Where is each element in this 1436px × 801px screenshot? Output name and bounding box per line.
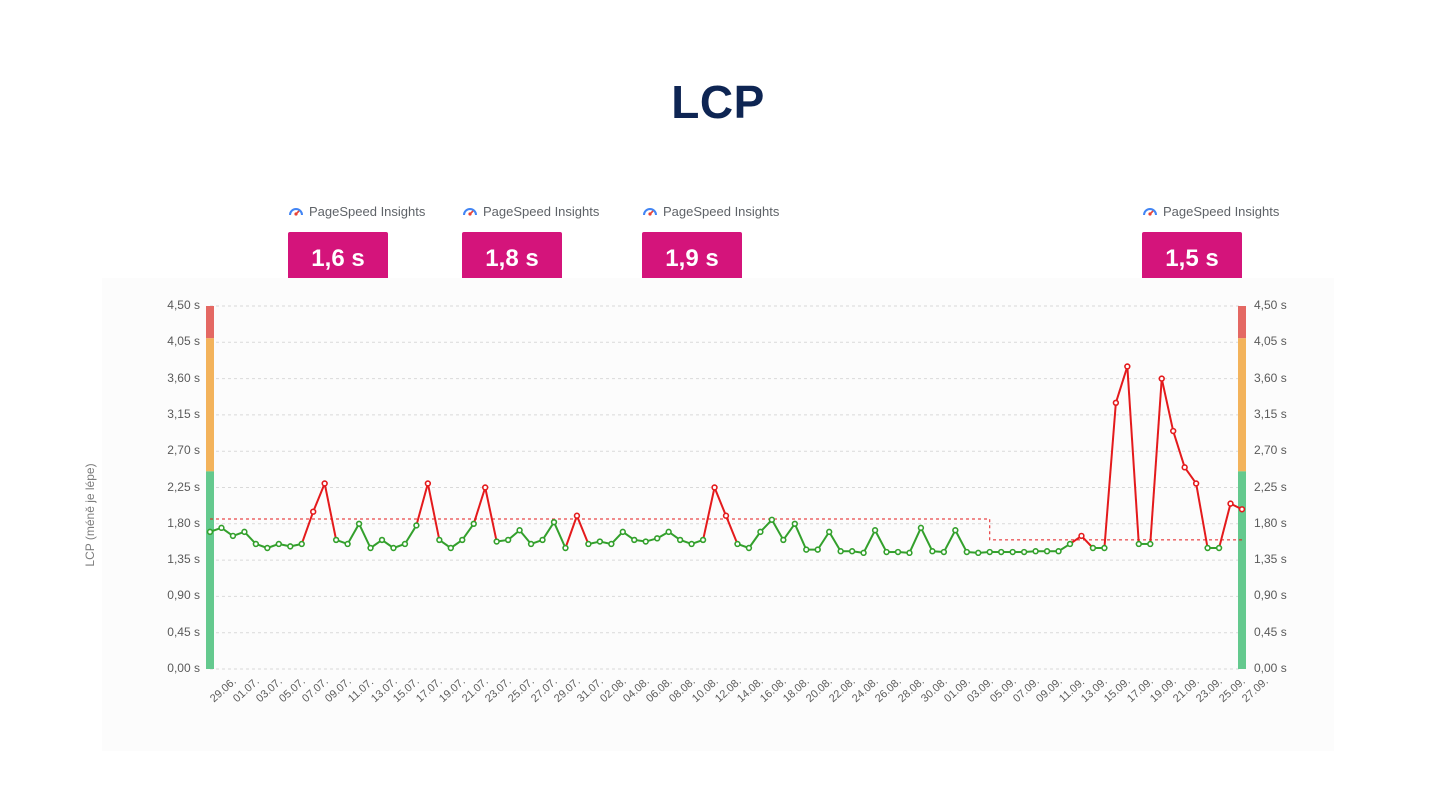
psi-label-4: PageSpeed Insights: [1142, 203, 1279, 219]
y-tick-right: 1,80 s: [1254, 516, 1287, 530]
y-tick: 4,50 s: [154, 298, 200, 312]
y-tick: 4,05 s: [154, 334, 200, 348]
y-tick-right: 2,70 s: [1254, 443, 1287, 457]
y-tick: 3,60 s: [154, 371, 200, 385]
psi-label-1: PageSpeed Insights: [288, 203, 425, 219]
y-tick-right: 0,45 s: [1254, 625, 1287, 639]
y-tick-right: 3,60 s: [1254, 371, 1287, 385]
psi-text: PageSpeed Insights: [663, 204, 779, 219]
gauge-icon: [462, 203, 478, 219]
y-tick: 0,90 s: [154, 588, 200, 602]
y-tick-right: 4,05 s: [1254, 334, 1287, 348]
y-axis-label: LCP (méně je lépe): [83, 463, 97, 566]
y-tick-right: 0,90 s: [1254, 588, 1287, 602]
psi-text: PageSpeed Insights: [483, 204, 599, 219]
gauge-icon: [288, 203, 304, 219]
psi-label-3: PageSpeed Insights: [642, 203, 779, 219]
y-tick: 1,80 s: [154, 516, 200, 530]
gauge-icon: [642, 203, 658, 219]
page-title: LCP: [0, 75, 1436, 129]
y-tick: 2,70 s: [154, 443, 200, 457]
y-tick: 1,35 s: [154, 552, 200, 566]
y-tick-right: 3,15 s: [1254, 407, 1287, 421]
y-tick-right: 1,35 s: [1254, 552, 1287, 566]
gauge-icon: [1142, 203, 1158, 219]
y-tick: 3,15 s: [154, 407, 200, 421]
y-tick: 0,00 s: [154, 661, 200, 675]
y-tick: 2,25 s: [154, 480, 200, 494]
psi-label-2: PageSpeed Insights: [462, 203, 599, 219]
chart-panel: LCP (méně je lépe) 0,00 s0,00 s0,45 s0,4…: [102, 278, 1334, 751]
y-tick-right: 2,25 s: [1254, 480, 1287, 494]
psi-text: PageSpeed Insights: [1163, 204, 1279, 219]
y-tick-right: 4,50 s: [1254, 298, 1287, 312]
y-tick: 0,45 s: [154, 625, 200, 639]
psi-text: PageSpeed Insights: [309, 204, 425, 219]
y-tick-right: 0,00 s: [1254, 661, 1287, 675]
